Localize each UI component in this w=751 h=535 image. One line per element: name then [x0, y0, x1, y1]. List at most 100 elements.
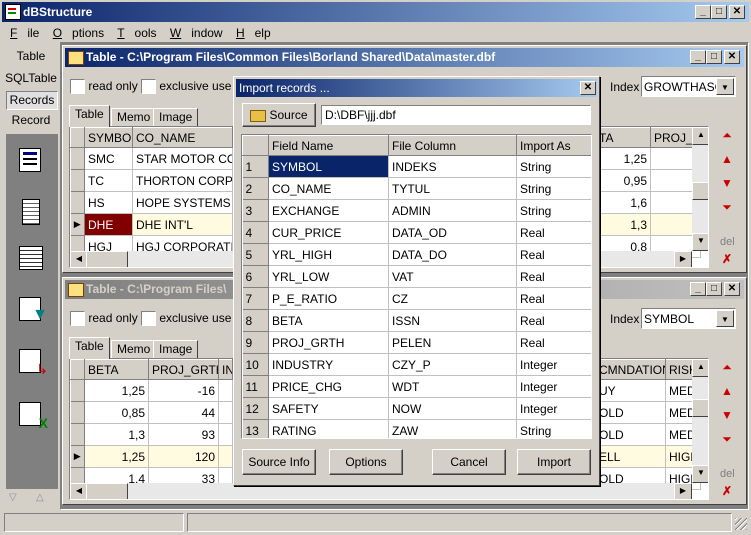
cancel-delete-icon[interactable]: ✗: [722, 484, 732, 498]
scroll-up-icon[interactable]: ▲: [692, 127, 708, 145]
tab-table[interactable]: Table: [69, 105, 110, 127]
first-record-icon[interactable]: ⏶: [717, 126, 737, 144]
filter-icon[interactable]: ▼: [19, 297, 48, 323]
source-button[interactable]: Source: [242, 103, 316, 127]
read-only-checkbox[interactable]: read only: [70, 311, 138, 327]
index-select[interactable]: SYMBOL ▼: [641, 308, 736, 329]
window1-minimize-button[interactable]: _: [690, 50, 706, 64]
export-table-icon[interactable]: ↳: [19, 349, 48, 377]
scroll-down-icon[interactable]: ▼: [692, 233, 708, 251]
window2-minimize-button[interactable]: _: [690, 282, 706, 296]
delete-label[interactable]: del: [720, 236, 735, 248]
import-button[interactable]: Import: [517, 449, 591, 475]
size-grip-icon[interactable]: [735, 518, 747, 530]
tab-memo[interactable]: Memo: [111, 340, 157, 359]
prior-record-icon[interactable]: ▲: [717, 150, 737, 168]
scroll-thumb[interactable]: [692, 182, 708, 200]
chevron-down-icon[interactable]: ▼: [716, 310, 734, 327]
table-row[interactable]: 5 YRL_HIGH DATA_DO Real: [242, 243, 591, 266]
scroll-up-icon[interactable]: ▲: [692, 359, 708, 377]
status-panel-1: [4, 513, 184, 532]
table-row[interactable]: 7 P_E_RATIO CZ Real: [242, 287, 591, 310]
sidebar-item-sqltable[interactable]: SQLTable: [3, 71, 59, 85]
source-info-button[interactable]: Source Info: [242, 449, 316, 475]
prior-record-icon[interactable]: ▲: [717, 382, 737, 400]
menu-options[interactable]: Options: [53, 26, 104, 40]
scroll-right-icon[interactable]: ▶: [674, 483, 692, 499]
table-row[interactable]: 1 SYMBOL INDEKS String: [242, 155, 591, 178]
column-header-import-as[interactable]: Import As: [516, 135, 591, 156]
next-record-icon[interactable]: ▼: [717, 406, 737, 424]
table-view-icon[interactable]: [19, 148, 41, 172]
first-record-icon[interactable]: ⏶: [717, 358, 737, 376]
table-row[interactable]: 2 CO_NAME TYTUL String: [242, 177, 591, 200]
last-record-icon[interactable]: ⏷: [717, 198, 737, 216]
dialog-close-button[interactable]: ✕: [580, 81, 596, 95]
window2-maximize-button[interactable]: □: [706, 282, 722, 296]
tab-image[interactable]: Image: [153, 340, 199, 359]
source-path-field[interactable]: D:\DBF\jjj.dbf: [321, 105, 591, 125]
table-row[interactable]: 10 INDUSTRY CZY_P Integer: [242, 353, 591, 376]
minimize-button[interactable]: _: [695, 5, 711, 19]
column-header[interactable]: IN: [218, 359, 233, 380]
table-row[interactable]: 8 BETA ISSN Real: [242, 309, 591, 332]
exclusive-use-checkbox[interactable]: exclusive use: [141, 79, 231, 95]
records-stack-icon[interactable]: [22, 199, 40, 225]
window2-close-button[interactable]: ✕: [724, 282, 740, 296]
app-title: dBStructure: [23, 5, 93, 19]
tab-table[interactable]: Table: [69, 337, 110, 359]
sidebar-scroll-up-icon[interactable]: △: [36, 492, 44, 503]
column-header[interactable]: TA: [595, 127, 651, 148]
sidebar-item-records[interactable]: Records: [6, 91, 58, 110]
table-row[interactable]: 6 YRL_LOW VAT Real: [242, 265, 591, 288]
tab-memo[interactable]: Memo: [111, 108, 157, 127]
scroll-thumb[interactable]: [86, 251, 128, 267]
delete-label[interactable]: del: [720, 468, 735, 480]
table-row[interactable]: 12 SAFETY NOW Integer: [242, 397, 591, 420]
sidebar-scroll-down-icon[interactable]: ▽: [9, 492, 17, 503]
options-button[interactable]: Options: [329, 449, 403, 475]
menu-tools[interactable]: Tools: [117, 26, 156, 40]
sidebar-item-record[interactable]: Record: [3, 113, 59, 127]
excel-export-icon[interactable]: X: [19, 402, 48, 431]
table-row[interactable]: 11 PRICE_CHG WDT Integer: [242, 375, 591, 398]
sidebar-item-table[interactable]: Table: [3, 49, 59, 63]
exclusive-use-checkbox[interactable]: exclusive use: [141, 311, 232, 327]
cancel-delete-icon[interactable]: ✗: [722, 252, 732, 266]
table-row[interactable]: 13 RATING ZAW String: [242, 419, 591, 438]
scroll-thumb[interactable]: [86, 483, 128, 499]
column-header-file-column[interactable]: File Column: [388, 135, 517, 156]
tab-image[interactable]: Image: [153, 108, 199, 127]
chevron-down-icon[interactable]: ▼: [716, 78, 734, 95]
menu-help[interactable]: Help: [236, 26, 271, 40]
delete-records-icon[interactable]: [19, 246, 43, 270]
column-header-field-name[interactable]: Field Name: [268, 135, 389, 156]
exclusive-use-label: exclusive use: [159, 311, 232, 325]
cancel-button[interactable]: Cancel: [432, 449, 506, 475]
menu-file[interactable]: File: [10, 26, 39, 40]
close-button[interactable]: ✕: [729, 5, 745, 19]
window1-maximize-button[interactable]: □: [706, 50, 722, 64]
column-header[interactable]: SYMBOL: [84, 127, 133, 148]
table-row[interactable]: 4 CUR_PRICE DATA_OD Real: [242, 221, 591, 244]
scroll-right-icon[interactable]: ▶: [674, 251, 692, 267]
table-row[interactable]: 3 EXCHANGE ADMIN String: [242, 199, 591, 222]
window1-title: Table - C:\Program Files\Common Files\Bo…: [86, 50, 496, 64]
column-header[interactable]: BETA: [84, 359, 149, 380]
scroll-down-icon[interactable]: ▼: [692, 465, 708, 483]
column-header[interactable]: PROJ_GRTH: [148, 359, 219, 380]
last-record-icon[interactable]: ⏷: [717, 430, 737, 448]
window1-close-button[interactable]: ✕: [724, 50, 740, 64]
maximize-button[interactable]: □: [711, 5, 727, 19]
menu-window[interactable]: Window: [170, 26, 223, 40]
window1-vertical-scrollbar[interactable]: ▲ ▼: [692, 127, 708, 251]
column-header[interactable]: CO_NAME: [132, 127, 233, 148]
scroll-thumb[interactable]: [692, 399, 708, 417]
table-row[interactable]: 9 PROJ_GRTH PELEN Real: [242, 331, 591, 354]
next-record-icon[interactable]: ▼: [717, 174, 737, 192]
index-select[interactable]: GROWTHASC ▼: [641, 76, 736, 97]
read-only-checkbox[interactable]: read only: [70, 79, 138, 95]
window2-vertical-scrollbar[interactable]: ▲ ▼: [692, 359, 708, 483]
column-header[interactable]: CMNDATION: [595, 359, 666, 380]
read-only-label: read only: [88, 79, 138, 93]
